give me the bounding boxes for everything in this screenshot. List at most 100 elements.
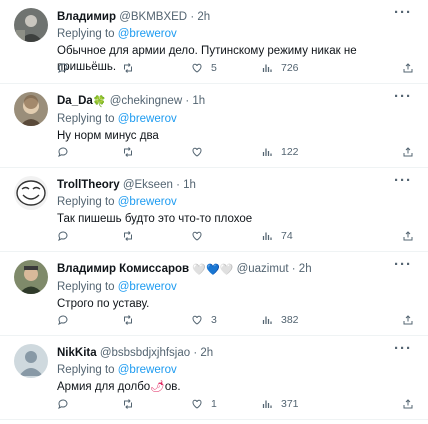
view-count: 371 [281, 398, 299, 410]
mention-link[interactable]: @brewerov [118, 28, 177, 40]
retweet-icon [124, 63, 132, 73]
more-options-icon[interactable]: ··· [394, 4, 412, 21]
tweet[interactable]: ··· TrollTheory @Ekseen · 1h Replying to… [0, 168, 428, 252]
more-options-icon[interactable]: ··· [394, 256, 412, 273]
mention-link[interactable]: @brewerov [118, 113, 177, 125]
views-icon [262, 148, 272, 156]
reply-button[interactable] [57, 146, 69, 158]
avatar[interactable] [14, 344, 48, 378]
views-icon [262, 400, 272, 408]
retweet-icon [124, 315, 132, 325]
user-handle[interactable]: @bsbsbdjxjhfsjao [100, 347, 190, 359]
share-icon [403, 147, 413, 157]
avatar[interactable] [14, 260, 48, 294]
display-name[interactable]: NikKita [57, 347, 97, 359]
replying-to: Replying to @brewerov [57, 196, 177, 208]
retweet-button[interactable] [122, 62, 134, 74]
avatar[interactable] [14, 8, 48, 42]
retweet-button[interactable] [122, 230, 134, 242]
action-bar: 3 382 [57, 314, 414, 328]
retweet-icon [124, 231, 132, 241]
timestamp[interactable]: 2h [200, 347, 213, 359]
share-icon [403, 231, 413, 241]
share-icon [403, 399, 413, 409]
retweet-button[interactable] [122, 314, 134, 326]
replying-to: Replying to @brewerov [57, 364, 177, 376]
avatar[interactable] [14, 92, 48, 126]
view-count: 726 [281, 62, 299, 74]
like-button[interactable]: 5 [191, 62, 217, 74]
like-count: 3 [211, 314, 217, 326]
reply-icon [58, 147, 68, 158]
like-button[interactable]: 3 [191, 314, 217, 326]
user-handle[interactable]: @BKMBXED [119, 11, 187, 23]
views-icon [262, 316, 272, 324]
heart-icon [192, 399, 202, 409]
tweet-text: Строго по уставу. [57, 298, 150, 310]
share-button[interactable] [402, 62, 414, 74]
views-button[interactable]: 371 [261, 398, 299, 410]
like-button[interactable] [191, 146, 211, 158]
views-button[interactable]: 382 [261, 314, 299, 326]
display-name[interactable]: Владимир Комиссаров [57, 263, 189, 275]
retweet-button[interactable] [122, 146, 134, 158]
share-button[interactable] [402, 398, 414, 410]
more-options-icon[interactable]: ··· [394, 340, 412, 357]
views-icon [262, 232, 272, 240]
timestamp[interactable]: 1h [183, 179, 196, 191]
tweet[interactable]: ··· NikKita @bsbsbdjxjhfsjao · 2h Replyi… [0, 336, 428, 420]
reply-button[interactable] [57, 230, 69, 242]
view-count: 382 [281, 314, 299, 326]
retweet-icon [124, 147, 132, 157]
reply-icon [58, 231, 68, 242]
display-name[interactable]: TrollTheory [57, 179, 120, 191]
user-handle[interactable]: @chekingnew [110, 95, 182, 107]
avatar[interactable] [14, 176, 48, 210]
views-button[interactable]: 74 [261, 230, 293, 242]
reply-icon [58, 399, 68, 410]
clover-icon: 🍀 [92, 96, 107, 108]
share-icon [403, 315, 413, 325]
timestamp[interactable]: 1h [192, 95, 205, 107]
views-button[interactable]: 726 [261, 62, 299, 74]
mention-link[interactable]: @brewerov [118, 196, 177, 208]
heart-icon [192, 315, 202, 325]
display-name[interactable]: Владимир [57, 11, 116, 23]
action-bar: 74 [57, 230, 414, 244]
mention-link[interactable]: @brewerov [118, 281, 177, 293]
user-handle[interactable]: @Ekseen [123, 179, 173, 191]
user-handle[interactable]: @uazimut [237, 263, 289, 275]
heart-icon [192, 231, 202, 241]
tweet-header: TrollTheory @Ekseen · 1h [57, 179, 196, 191]
more-options-icon[interactable]: ··· [394, 88, 412, 105]
action-bar: 1 371 [57, 398, 414, 412]
tweet[interactable]: ··· Владимир @BKMBXED · 2h Replying to @… [0, 0, 428, 84]
tweet-header: Владимир @BKMBXED · 2h [57, 11, 211, 23]
mention-link[interactable]: @brewerov [118, 364, 177, 376]
views-button[interactable]: 122 [261, 146, 299, 158]
retweet-button[interactable] [122, 398, 134, 410]
like-count: 5 [211, 62, 217, 74]
share-button[interactable] [402, 230, 414, 242]
tweet[interactable]: ··· Da_Da🍀 @chekingnew · 1h Replying to … [0, 84, 428, 168]
like-button[interactable]: 1 [191, 398, 217, 410]
share-button[interactable] [402, 314, 414, 326]
replying-to: Replying to @brewerov [57, 113, 177, 125]
share-button[interactable] [402, 146, 414, 158]
timestamp[interactable]: 2h [299, 263, 312, 275]
tweet-text: Ну норм минус два [57, 130, 159, 142]
tweet-header: Da_Da🍀 @chekingnew · 1h [57, 95, 206, 108]
view-count: 122 [281, 146, 299, 158]
display-name[interactable]: Da_Da [57, 95, 93, 107]
reply-feed: ··· Владимир @BKMBXED · 2h Replying to @… [0, 0, 428, 420]
action-bar: 5 726 [57, 62, 414, 76]
heart-icon [192, 147, 202, 157]
tweet[interactable]: ··· Владимир Комиссаров 🤍💙🤍 @uazimut · 2… [0, 252, 428, 336]
reply-button[interactable] [57, 398, 69, 410]
like-button[interactable] [191, 230, 211, 242]
more-options-icon[interactable]: ··· [394, 172, 412, 189]
retweet-icon [124, 399, 132, 409]
reply-button[interactable] [57, 62, 69, 74]
timestamp[interactable]: 2h [197, 11, 210, 23]
reply-button[interactable] [57, 314, 69, 326]
